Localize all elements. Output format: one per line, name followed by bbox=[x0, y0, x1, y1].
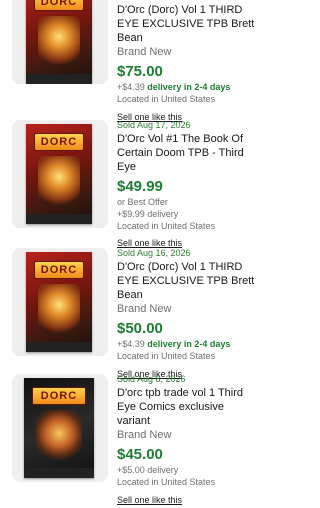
listing-shipping: +$4.39 delivery in 2-4 days bbox=[117, 81, 257, 93]
cover-art bbox=[36, 410, 82, 462]
listing-thumbnail[interactable]: DORC bbox=[12, 374, 108, 482]
listing-condition: Brand New bbox=[117, 46, 172, 58]
cover-logo: DORC bbox=[34, 133, 84, 151]
listing-title[interactable]: D'Orc (Dorc) Vol 1 THIRD EYE EXCLUSIVE T… bbox=[117, 3, 257, 45]
listing-card[interactable]: DORC Sold Aug 8, 2026 D'orc tpb trade vo… bbox=[0, 374, 262, 505]
listing-info: Sold Aug 16, 2026 D'Orc (Dorc) Vol 1 THI… bbox=[117, 248, 257, 382]
cover-art bbox=[38, 156, 80, 208]
sold-date: Sold Aug 16, 2026 bbox=[117, 248, 191, 258]
shipping-delivery: delivery in 2-4 days bbox=[147, 82, 231, 92]
listing-thumbnail[interactable]: DORC bbox=[12, 120, 108, 228]
cover-footer bbox=[26, 214, 92, 224]
listing-condition: Brand New bbox=[117, 429, 172, 441]
cover-footer bbox=[26, 342, 92, 352]
listing-info: D'Orc (Dorc) Vol 1 THIRD EYE EXCLUSIVE T… bbox=[117, 2, 257, 125]
cover-art bbox=[38, 284, 80, 336]
listing-card[interactable]: DORC Sold Aug 17, 2026 D'Orc Vol #1 The … bbox=[0, 120, 262, 248]
listing-shipping: +$5.00 delivery bbox=[117, 465, 179, 475]
listing-condition: Brand New bbox=[117, 303, 172, 315]
comic-cover-image: DORC bbox=[26, 0, 92, 84]
sold-date: Sold Aug 8, 2026 bbox=[117, 374, 186, 384]
listing-location: Located in United States bbox=[117, 351, 216, 361]
comic-cover-image: DORC bbox=[24, 378, 94, 478]
listing-price: $75.00 bbox=[117, 63, 163, 80]
cover-logo: DORC bbox=[34, 261, 84, 279]
listing-location: Located in United States bbox=[117, 221, 216, 231]
listing-location: Located in United States bbox=[117, 477, 216, 487]
listing-thumbnail[interactable]: DORC bbox=[12, 248, 108, 356]
cover-footer bbox=[26, 74, 92, 84]
listing-card[interactable]: DORC Sold Aug 16, 2026 D'Orc (Dorc) Vol … bbox=[0, 248, 262, 379]
listing-price: $50.00 bbox=[117, 320, 163, 337]
listing-shipping: +$9.99 delivery bbox=[117, 209, 179, 219]
best-offer-label: or Best Offer bbox=[117, 197, 168, 207]
listing-location: Located in United States bbox=[117, 94, 216, 104]
shipping-cost: +$4.39 bbox=[117, 339, 145, 349]
sell-one-like-this-link[interactable]: Sell one like this bbox=[117, 494, 182, 506]
listing-title[interactable]: D'Orc (Dorc) Vol 1 THIRD EYE EXCLUSIVE T… bbox=[117, 260, 257, 302]
listing-card[interactable]: DORC D'Orc (Dorc) Vol 1 THIRD EYE EXCLUS… bbox=[0, 0, 262, 122]
listing-title[interactable]: D'orc tpb trade vol 1 Third Eye Comics e… bbox=[117, 386, 257, 428]
comic-cover-image: DORC bbox=[26, 252, 92, 352]
shipping-delivery: delivery in 2-4 days bbox=[147, 339, 231, 349]
cover-footer bbox=[24, 468, 94, 478]
listing-price: $49.99 bbox=[117, 178, 163, 195]
sold-date: Sold Aug 17, 2026 bbox=[117, 120, 191, 130]
listing-shipping: +$4.39 delivery in 2-4 days bbox=[117, 338, 257, 350]
listing-info: Sold Aug 17, 2026 D'Orc Vol #1 The Book … bbox=[117, 120, 257, 251]
cover-art bbox=[38, 16, 80, 68]
cover-logo: DORC bbox=[32, 387, 86, 405]
shipping-cost: +$4.39 bbox=[117, 82, 145, 92]
cover-logo: DORC bbox=[34, 0, 84, 11]
listing-price: $45.00 bbox=[117, 446, 163, 463]
listing-info: Sold Aug 8, 2026 D'orc tpb trade vol 1 T… bbox=[117, 374, 257, 508]
listing-thumbnail[interactable]: DORC bbox=[12, 0, 108, 84]
comic-cover-image: DORC bbox=[26, 124, 92, 224]
listing-title[interactable]: D'Orc Vol #1 The Book Of Certain Doom TP… bbox=[117, 132, 257, 174]
